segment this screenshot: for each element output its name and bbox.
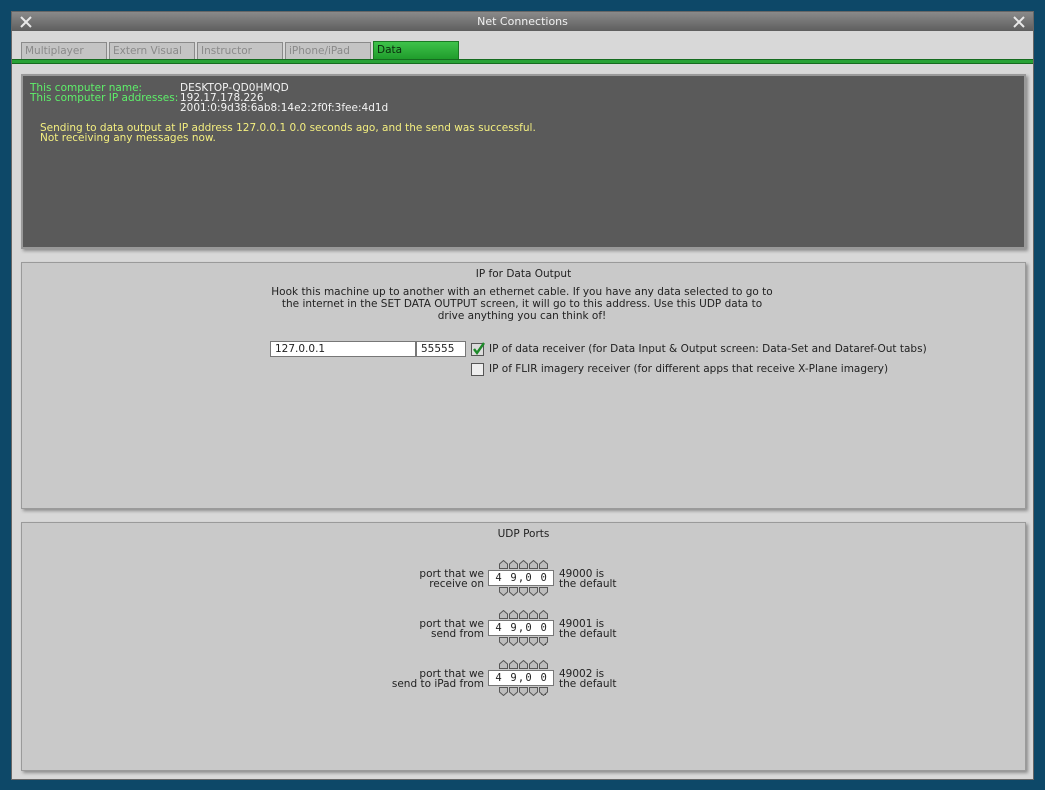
arrow-up-icon[interactable] — [509, 560, 518, 569]
arrow-down-icon[interactable] — [529, 687, 538, 696]
receive-port-down-arrows — [499, 587, 548, 596]
ip-panel-description: Hook this machine up to another with an … — [271, 286, 773, 322]
arrow-up-icon[interactable] — [519, 610, 528, 619]
ip-data-output-panel: IP for Data Output Hook this machine up … — [21, 262, 1026, 509]
udp-panel-title: UDP Ports — [497, 528, 550, 540]
arrow-up-icon[interactable] — [499, 560, 508, 569]
arrow-down-icon[interactable] — [509, 587, 518, 596]
arrow-down-icon[interactable] — [519, 587, 528, 596]
send-port-down-arrows — [499, 637, 548, 646]
arrow-down-icon[interactable] — [519, 687, 528, 696]
tab-data[interactable]: Data — [373, 41, 459, 61]
tab-underline — [12, 59, 1033, 64]
ip-panel-title: IP for Data Output — [475, 268, 572, 280]
close-icon[interactable] — [1009, 12, 1029, 31]
ip-address-input[interactable]: 127.0.0.1 — [270, 341, 416, 357]
ipad-port-down-arrows — [499, 687, 548, 696]
send-port-up-arrows — [499, 610, 548, 619]
arrow-down-icon[interactable] — [499, 687, 508, 696]
arrow-up-icon[interactable] — [539, 560, 548, 569]
receive-port-default: 49000 is the default — [559, 568, 617, 590]
arrow-down-icon[interactable] — [539, 687, 548, 696]
receive-status-message: Not receiving any messages now. — [40, 132, 216, 144]
arrow-up-icon[interactable] — [519, 660, 528, 669]
arrow-up-icon[interactable] — [539, 610, 548, 619]
send-port-field[interactable]: 4 9,0 0 1 — [488, 620, 554, 648]
arrow-up-icon[interactable] — [529, 610, 538, 619]
ipad-port-default: 49002 is the default — [559, 668, 617, 690]
status-panel: This computer name: DESKTOP-QD0HMQD This… — [21, 74, 1026, 249]
ipad-port-field[interactable]: 4 9,0 0 2 — [488, 670, 554, 698]
send-port-label: port that we send from — [419, 618, 484, 640]
receive-port-field[interactable]: 4 9,0 0 0 — [488, 570, 554, 598]
receive-port-up-arrows — [499, 560, 548, 569]
udp-ports-panel: UDP Ports port that we receive on 4 9,0 … — [21, 522, 1026, 771]
close-icon[interactable] — [16, 12, 36, 31]
flir-receiver-checkbox[interactable] — [471, 363, 484, 376]
data-receiver-label: IP of data receiver (for Data Input & Ou… — [489, 343, 927, 355]
tab-multiplayer[interactable]: Multiplayer — [21, 42, 107, 60]
send-port-default: 49001 is the default — [559, 618, 617, 640]
arrow-up-icon[interactable] — [499, 660, 508, 669]
receive-port-label: port that we receive on — [419, 568, 484, 590]
ipv6-value: 2001:0:9d38:6ab8:14e2:2f0f:3fee:4d1d — [180, 102, 389, 114]
port-input[interactable]: 55555 — [416, 341, 466, 357]
tab-iphone-ipad[interactable]: iPhone/iPad — [285, 42, 371, 60]
arrow-up-icon[interactable] — [529, 660, 538, 669]
checkmark-icon — [473, 342, 485, 356]
arrow-down-icon[interactable] — [509, 637, 518, 646]
arrow-down-icon[interactable] — [539, 637, 548, 646]
arrow-up-icon[interactable] — [529, 560, 538, 569]
arrow-down-icon[interactable] — [529, 637, 538, 646]
arrow-down-icon[interactable] — [519, 637, 528, 646]
arrow-down-icon[interactable] — [509, 687, 518, 696]
ipad-port-up-arrows — [499, 660, 548, 669]
net-connections-window: Net Connections Multiplayer Extern Visua… — [11, 11, 1034, 780]
arrow-up-icon[interactable] — [499, 610, 508, 619]
window-title: Net Connections — [477, 15, 568, 28]
arrow-down-icon[interactable] — [529, 587, 538, 596]
tab-extern-visual[interactable]: Extern Visual — [109, 42, 195, 60]
arrow-down-icon[interactable] — [499, 587, 508, 596]
arrow-down-icon[interactable] — [499, 637, 508, 646]
ip-addresses-label: This computer IP addresses: — [30, 92, 179, 104]
arrow-down-icon[interactable] — [539, 587, 548, 596]
flir-receiver-label: IP of FLIR imagery receiver (for differe… — [489, 363, 889, 375]
ipad-port-label: port that we send to iPad from — [391, 668, 484, 690]
arrow-up-icon[interactable] — [539, 660, 548, 669]
arrow-up-icon[interactable] — [509, 660, 518, 669]
arrow-up-icon[interactable] — [509, 610, 518, 619]
title-bar: Net Connections — [12, 12, 1033, 31]
tab-bar: Multiplayer Extern Visual Instructor iPh… — [21, 41, 461, 61]
data-receiver-checkbox[interactable] — [471, 342, 485, 356]
tab-instructor[interactable]: Instructor — [197, 42, 283, 60]
arrow-up-icon[interactable] — [519, 560, 528, 569]
